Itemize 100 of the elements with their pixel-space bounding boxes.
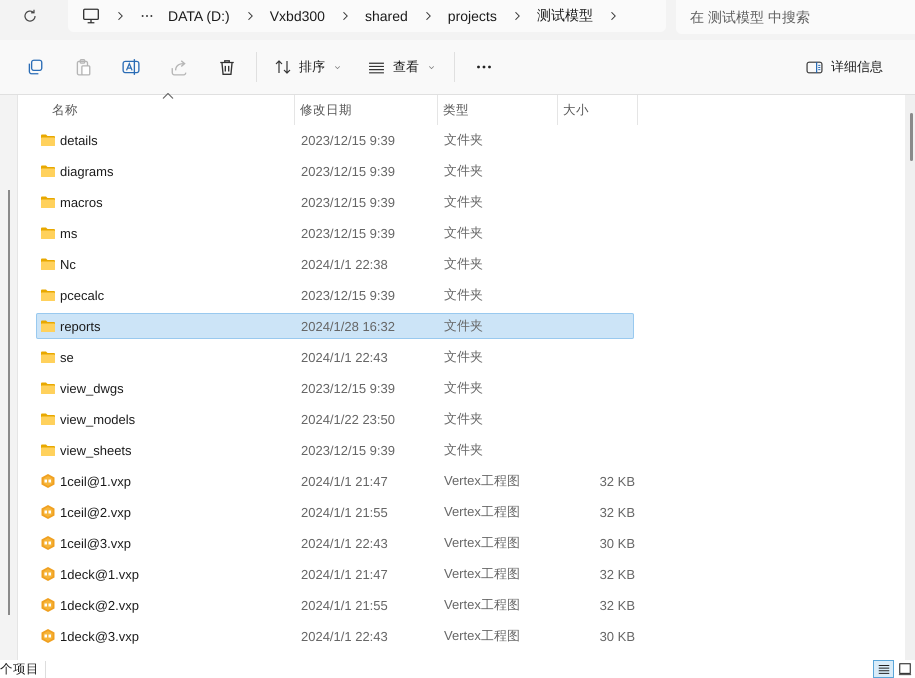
file-size: 32 KB	[600, 474, 635, 488]
column-header[interactable]: 名称	[36, 95, 295, 125]
file-name: diagrams	[60, 164, 114, 178]
file-type: 文件夹	[444, 163, 483, 178]
file-name: 1ceil@1.vxp	[60, 474, 132, 488]
folder-icon	[40, 225, 56, 241]
file-name: ms	[60, 226, 78, 240]
file-row[interactable]: diagrams 2023/12/15 9:39 文件夹	[36, 158, 634, 184]
scrollbar-thumb[interactable]	[910, 113, 913, 161]
file-type: 文件夹	[444, 380, 483, 395]
modified-date: 2024/1/1 21:47	[301, 566, 388, 582]
file-name: pcecalc	[60, 288, 104, 302]
file-type: 文件夹	[444, 349, 483, 364]
item-count: 个项目	[0, 660, 46, 678]
search-field[interactable]: 在 测试模型 中搜索	[676, 0, 915, 34]
file-type: 文件夹	[444, 194, 483, 209]
modified-date: 2024/1/1 21:55	[301, 598, 388, 612]
window-icon	[898, 662, 912, 676]
file-row[interactable]: view_models 2024/1/22 23:50 文件夹	[36, 406, 634, 432]
file-size: 30 KB	[600, 536, 635, 550]
modified-date: 2023/12/15 9:39	[301, 442, 395, 458]
file-type: 文件夹	[444, 132, 483, 147]
modified-date: 2024/1/1 22:38	[301, 256, 388, 272]
details-pane-button[interactable]: 详细信息	[798, 52, 891, 82]
sort-button[interactable]: 排序	[267, 52, 350, 82]
file-row[interactable]: 1ceil@2.vxp 2024/1/1 21:55 Vertex工程图 32 KB	[36, 499, 634, 525]
file-type: Vertex工程图	[444, 628, 520, 643]
file-size: 32 KB	[600, 566, 635, 582]
file-name: view_models	[60, 412, 136, 426]
scrollbar[interactable]	[905, 95, 915, 660]
file-row[interactable]: view_sheets 2023/12/15 9:39 文件夹	[36, 437, 634, 463]
file-row[interactable]: 1ceil@3.vxp 2024/1/1 22:43 Vertex工程图 30 KB	[36, 530, 634, 556]
file-name: view_sheets	[60, 442, 132, 458]
file-row[interactable]: view_dwgs 2023/12/15 9:39 文件夹	[36, 375, 634, 401]
file-name: 1ceil@3.vxp	[60, 536, 132, 550]
file-row[interactable]: 1deck@3.vxp 2024/1/1 22:43 Vertex工程图 30 KB	[36, 623, 634, 649]
breadcrumb-item[interactable]: DATA (D:)	[168, 8, 230, 24]
folder-icon	[40, 132, 56, 148]
breadcrumb-item[interactable]: projects	[448, 8, 497, 24]
file-size: 30 KB	[600, 628, 635, 644]
file-type: Vertex工程图	[444, 535, 520, 550]
breadcrumb-item[interactable]: shared	[364, 8, 408, 24]
modified-date: 2024/1/1 21:47	[301, 474, 388, 488]
file-row[interactable]: details 2023/12/15 9:39 文件夹	[36, 127, 634, 153]
rename-icon	[122, 58, 140, 76]
folder-icon	[40, 318, 56, 334]
file-name: se	[60, 350, 74, 364]
column-header[interactable]: 大小	[558, 95, 638, 125]
modified-date: 2023/12/15 9:39	[301, 164, 395, 178]
file-row[interactable]: se 2024/1/1 22:43 文件夹	[36, 344, 634, 370]
modified-date: 2024/1/22 23:50	[301, 412, 395, 426]
file-row[interactable]: reports 2024/1/28 16:32 文件夹	[36, 313, 634, 339]
modified-date: 2024/1/1 21:55	[301, 504, 388, 520]
file-name: details	[60, 132, 98, 148]
more-icon	[477, 65, 491, 69]
file-type: 文件夹	[444, 287, 483, 302]
file-name: 1deck@3.vxp	[60, 628, 139, 644]
copy-icon	[26, 58, 44, 76]
details-pane-icon	[806, 58, 823, 76]
details-view-button[interactable]	[873, 660, 894, 678]
breadcrumb-item[interactable]: 测试模型	[536, 7, 593, 25]
modified-date: 2024/1/1 22:43	[301, 536, 388, 550]
sort-icon	[275, 59, 291, 75]
file-name: macros	[60, 194, 103, 210]
hexagon-file-icon	[40, 535, 56, 551]
modified-date: 2023/12/15 9:39	[301, 226, 395, 240]
refresh-icon[interactable]	[22, 8, 38, 24]
modified-date: 2023/12/15 9:39	[301, 288, 395, 302]
file-size: 32 KB	[600, 598, 635, 612]
address-bar[interactable]: DATA (D:) Vxbd300 shared projects 测试模型	[68, 0, 666, 32]
folder-icon	[40, 349, 56, 365]
file-row[interactable]: macros 2023/12/15 9:39 文件夹	[36, 189, 634, 215]
computer-icon[interactable]	[82, 7, 100, 25]
hexagon-file-icon	[40, 566, 56, 582]
file-row[interactable]: 1deck@1.vxp 2024/1/1 21:47 Vertex工程图 32 KB	[36, 561, 634, 587]
file-row[interactable]: 1deck@2.vxp 2024/1/1 21:55 Vertex工程图 32 KB	[36, 592, 634, 618]
list-icon	[876, 662, 890, 676]
folder-icon	[40, 256, 56, 272]
file-type: 文件夹	[444, 442, 483, 457]
column-header[interactable]: 类型	[438, 95, 558, 125]
folder-icon	[40, 411, 56, 427]
file-type: 文件夹	[444, 318, 483, 333]
delete-icon	[218, 58, 236, 76]
share-icon	[170, 58, 188, 76]
file-type: 文件夹	[444, 411, 483, 426]
file-type: Vertex工程图	[444, 504, 520, 519]
modified-date: 2024/1/1 22:43	[301, 350, 388, 364]
file-row[interactable]: pcecalc 2023/12/15 9:39 文件夹	[36, 282, 634, 308]
view-button[interactable]: 查看	[360, 52, 444, 82]
file-row[interactable]: ms 2023/12/15 9:39 文件夹	[36, 220, 634, 246]
file-name: reports	[60, 318, 100, 334]
hexagon-file-icon	[40, 597, 56, 613]
file-name: 1deck@1.vxp	[60, 566, 139, 582]
breadcrumb-item[interactable]: Vxbd300	[270, 8, 325, 24]
file-type: Vertex工程图	[444, 597, 520, 612]
file-row[interactable]: 1ceil@1.vxp 2024/1/1 21:47 Vertex工程图 32 KB	[36, 468, 634, 494]
file-row[interactable]: Nc 2024/1/1 22:38 文件夹	[36, 251, 634, 277]
folder-icon	[40, 380, 56, 396]
scrollbar-thumb[interactable]	[8, 190, 10, 615]
column-header[interactable]: 修改日期	[295, 95, 438, 125]
